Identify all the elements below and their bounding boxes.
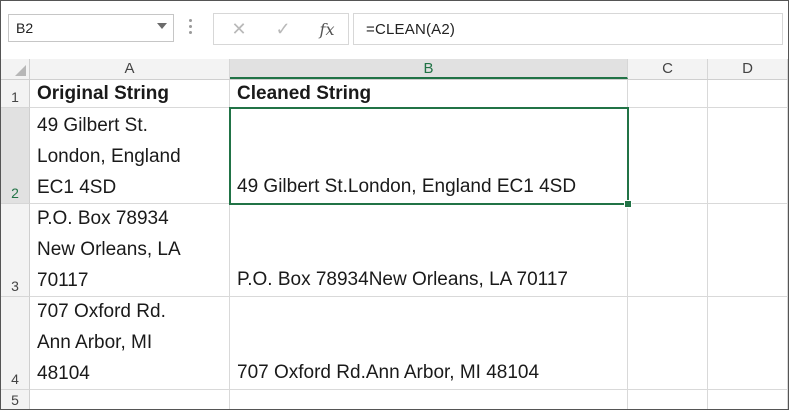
formula-input[interactable]: =CLEAN(A2) xyxy=(353,13,783,45)
column-header-row: A B C D xyxy=(1,59,788,80)
cell-d5[interactable] xyxy=(708,390,788,409)
cell-d2[interactable] xyxy=(708,108,788,204)
cancel-icon[interactable]: ✕ xyxy=(220,14,258,44)
cell-c4[interactable] xyxy=(628,297,708,390)
cell-b1[interactable]: Cleaned String xyxy=(230,80,628,108)
cell-b4-text: 707 Oxford Rd.Ann Arbor, MI 48104 xyxy=(237,362,540,383)
cell-d1[interactable] xyxy=(708,80,788,108)
cell-a5[interactable] xyxy=(30,390,230,409)
formula-bar-area: B2 ✕ ✓ fx =CLEAN(A2) xyxy=(1,1,788,60)
cell-a1[interactable]: Original String xyxy=(30,80,230,108)
cell-a2[interactable]: 49 Gilbert St. London, England EC1 4SD xyxy=(30,108,230,204)
cell-c5[interactable] xyxy=(628,390,708,409)
cell-b3[interactable]: P.O. Box 78934New Orleans, LA 70117 xyxy=(230,204,628,297)
row-header-3[interactable]: 3 xyxy=(1,204,30,297)
name-box[interactable]: B2 xyxy=(8,14,174,42)
cell-c3[interactable] xyxy=(628,204,708,297)
cell-b4[interactable]: 707 Oxford Rd.Ann Arbor, MI 48104 xyxy=(230,297,628,390)
row-number: 1 xyxy=(11,89,19,105)
cell-c2[interactable] xyxy=(628,108,708,204)
row-header-5[interactable]: 5 xyxy=(1,390,30,409)
fill-handle[interactable] xyxy=(624,200,632,208)
select-all-button[interactable] xyxy=(1,59,30,79)
row-header-4[interactable]: 4 xyxy=(1,297,30,390)
formula-text: =CLEAN(A2) xyxy=(366,21,456,38)
column-header-d[interactable]: D xyxy=(708,59,788,79)
name-box-value: B2 xyxy=(16,20,34,36)
drag-handle-icon[interactable] xyxy=(189,17,192,39)
row-number: 4 xyxy=(11,371,19,387)
cell-a4[interactable]: 707 Oxford Rd. Ann Arbor, MI 48104 xyxy=(30,297,230,390)
formula-buttons: ✕ ✓ fx xyxy=(213,13,349,45)
row-number: 3 xyxy=(11,278,19,294)
cell-d4[interactable] xyxy=(708,297,788,390)
row-header-1[interactable]: 1 xyxy=(1,80,30,108)
cell-d3[interactable] xyxy=(708,204,788,297)
cell-a3-text: P.O. Box 78934 New Orleans, LA 70117 xyxy=(37,208,181,291)
cell-a4-text: 707 Oxford Rd. Ann Arbor, MI 48104 xyxy=(37,301,166,384)
cell-c1[interactable] xyxy=(628,80,708,108)
cell-b5[interactable] xyxy=(230,390,628,409)
insert-function-icon[interactable]: fx xyxy=(308,14,346,44)
column-header-c[interactable]: C xyxy=(628,59,708,79)
cell-b3-text: P.O. Box 78934New Orleans, LA 70117 xyxy=(237,269,568,290)
column-header-a[interactable]: A xyxy=(30,59,230,79)
chevron-down-icon[interactable] xyxy=(157,23,167,29)
row-header-2[interactable]: 2 xyxy=(1,108,30,204)
cell-a3[interactable]: P.O. Box 78934 New Orleans, LA 70117 xyxy=(30,204,230,297)
cell-a2-text: 49 Gilbert St. London, England EC1 4SD xyxy=(37,115,181,198)
spreadsheet-window: B2 ✕ ✓ fx =CLEAN(A2) A B C D 1 Original … xyxy=(0,0,789,410)
row-number: 2 xyxy=(11,185,19,201)
row-number: 5 xyxy=(11,392,19,408)
active-cell-border xyxy=(229,107,629,205)
column-header-b[interactable]: B xyxy=(230,59,628,79)
enter-icon[interactable]: ✓ xyxy=(264,14,302,44)
